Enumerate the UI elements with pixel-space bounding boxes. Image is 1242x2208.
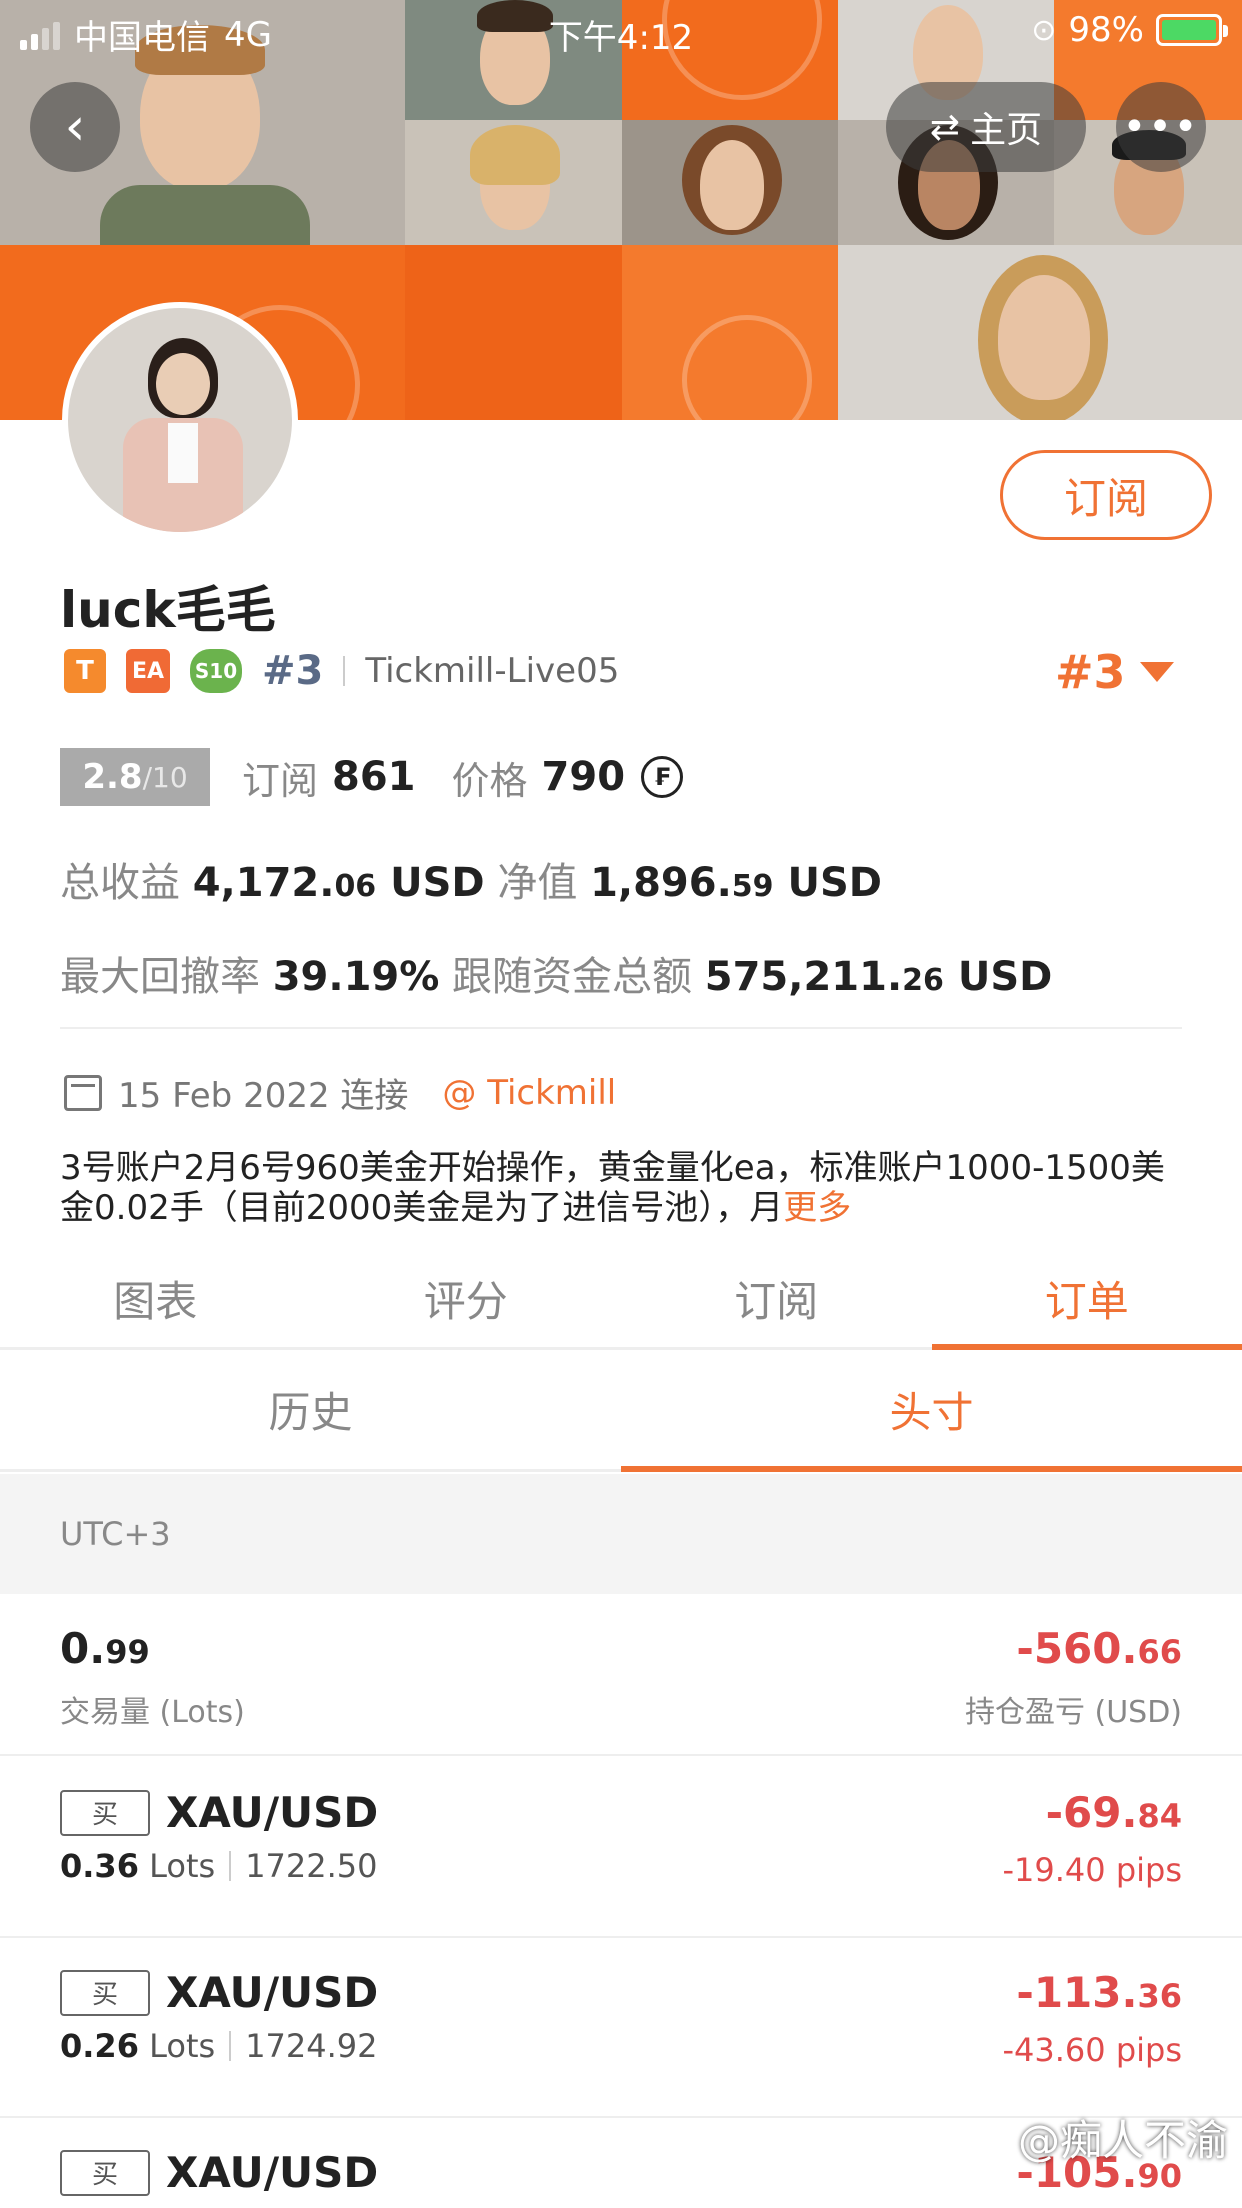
divider	[229, 1851, 232, 1881]
server-name: Tickmill-Live05	[365, 651, 620, 691]
rating-row: 2.8/10 订阅 861 价格 790 ₣	[60, 748, 684, 806]
follow-funds-label: 跟随资金总额	[452, 954, 693, 1000]
battery-percent: 98%	[1068, 10, 1144, 50]
floating-pnl-value: -560.66	[1016, 1624, 1182, 1673]
caret-down-icon	[1139, 662, 1174, 682]
score-max: /10	[142, 760, 188, 794]
battery-icon	[1156, 14, 1228, 46]
position-pnl: -69.84	[1045, 1788, 1182, 1837]
drawdown-row: 最大回撤率 39.19% 跟随资金总额 575,211.26 USD	[60, 944, 1052, 1002]
home-label: 主页	[970, 110, 1043, 151]
banner-photo	[838, 245, 1242, 420]
ellipsis-icon: •••	[1122, 104, 1200, 150]
profit-row: 总收益 4,172.06 USD 净值 1,896.59 USD	[60, 850, 882, 908]
total-profit-value: 4,172.06 USD	[192, 860, 485, 906]
max-drawdown-label: 最大回撤率	[60, 954, 260, 1000]
ea-badge[interactable]: EA	[126, 649, 170, 693]
volume-caption: 交易量 (Lots)	[60, 1695, 245, 1730]
divider	[229, 2031, 232, 2061]
floating-pnl-caption: 持仓盈亏 (USD)	[964, 1695, 1182, 1730]
connected-date: 15 Feb 2022 连接	[118, 1076, 409, 1116]
position-row[interactable]: 买 XAU/USD 0.26 Lots 1724.92 -113.36 -43.60 pi…	[0, 1938, 1242, 2118]
subscribers-label: 订阅	[242, 758, 319, 803]
symbol: XAU/USD	[166, 1788, 379, 1837]
chevron-left-icon: ‹	[64, 97, 86, 157]
description-text: 3号账户2月6号960美金开始操作，黄金量化ea，标准账户1000-1500美金…	[60, 1148, 1165, 1228]
follow-funds-value: 575,211.26 USD	[704, 954, 1053, 1000]
watermark: @痴人不渝	[1017, 2116, 1228, 2165]
rank-label: #3	[262, 648, 324, 694]
orientation-lock-icon: ⊙	[1031, 12, 1057, 48]
tab-chart[interactable]: 图表	[0, 1250, 311, 1347]
banner-photo	[405, 120, 622, 245]
account-meta: 15 Feb 2022 连接 @ Tickmill	[64, 1068, 616, 1117]
status-bar: 中国电信 4G 下午4:12 ⊙ 98%	[0, 0, 1242, 62]
subscribe-button[interactable]: 订阅	[1000, 450, 1212, 540]
username: luck毛毛	[60, 581, 276, 639]
back-button[interactable]: ‹	[30, 82, 120, 172]
equity-label: 净值	[497, 860, 578, 906]
timezone-bar: UTC+3	[0, 1474, 1242, 1594]
side-tag: 买	[60, 1789, 150, 1836]
broker-link[interactable]: @ Tickmill	[442, 1073, 616, 1113]
max-drawdown-value: 39.19%	[272, 954, 440, 1000]
divider	[343, 656, 346, 686]
lot-size: 0.36 Lots	[60, 1847, 216, 1885]
total-profit-label: 总收益	[60, 860, 180, 906]
side-tag: 买	[60, 2149, 150, 2196]
swap-arrows-icon: ⇄	[929, 106, 961, 148]
position-pips: -19.40 pips	[1002, 1851, 1182, 1889]
tab-positions[interactable]: 头寸	[621, 1350, 1242, 1472]
side-tag: 买	[60, 1969, 150, 2016]
more-link[interactable]: 更多	[783, 1188, 851, 1228]
position-pnl: -113.36	[1016, 1968, 1182, 2017]
volume-value: 0.99	[60, 1624, 150, 1673]
subscribers-count: 861	[332, 754, 416, 800]
equity-value: 1,896.59 USD	[590, 860, 882, 906]
score-value: 2.8	[82, 757, 143, 797]
position-row[interactable]: 买 XAU/USD 0.36 Lots 1722.50 -69.84 -19.40 pip…	[0, 1758, 1242, 1938]
more-button[interactable]: •••	[1116, 82, 1206, 172]
position-pips: -43.60 pips	[1002, 2031, 1182, 2069]
trader-badge[interactable]: T	[64, 649, 106, 693]
main-tabs: 图表 评分 订阅 订单	[0, 1250, 1242, 1350]
symbol: XAU/USD	[166, 2148, 379, 2197]
lot-size: 0.26 Lots	[60, 2027, 216, 2065]
tab-rating[interactable]: 评分	[311, 1250, 622, 1347]
open-price: 1722.50	[245, 1847, 378, 1885]
account-selector[interactable]: #3	[1055, 645, 1174, 699]
calendar-icon	[64, 1074, 102, 1111]
banner-photo	[622, 120, 838, 245]
tab-history[interactable]: 历史	[0, 1350, 621, 1469]
price-value: 790	[541, 754, 626, 800]
tab-subscription[interactable]: 订阅	[621, 1250, 932, 1347]
account-rank: #3	[1055, 645, 1126, 699]
order-subtabs: 历史 头寸	[0, 1350, 1242, 1472]
score-badge: 2.8/10	[60, 748, 210, 806]
positions-summary: 0.99 交易量 (Lots) -560.66 持仓盈亏 (USD)	[0, 1594, 1242, 1756]
tab-orders[interactable]: 订单	[931, 1250, 1242, 1350]
home-button[interactable]: ⇄ 主页	[886, 82, 1086, 172]
strategy-description: 3号账户2月6号960美金开始操作，黄金量化ea，标准账户1000-1500美金…	[60, 1148, 1190, 1228]
banner-tile	[405, 245, 622, 420]
open-price: 1724.92	[245, 2027, 378, 2065]
app-screen: 中国电信 4G 下午4:12 ⊙ 98% ‹ ⇄ 主页 ••• 订阅 luck毛…	[0, 0, 1242, 2208]
price-label: 价格	[451, 758, 528, 803]
s10-badge[interactable]: S10	[190, 649, 242, 693]
avatar[interactable]	[62, 302, 298, 538]
badge-row: T EA S10 #3 Tickmill-Live05	[64, 648, 619, 694]
coin-icon: ₣	[641, 756, 684, 798]
timezone-label: UTC+3	[60, 1515, 171, 1553]
symbol: XAU/USD	[166, 1968, 379, 2017]
divider	[60, 1027, 1182, 1029]
banner-tile	[622, 245, 838, 420]
